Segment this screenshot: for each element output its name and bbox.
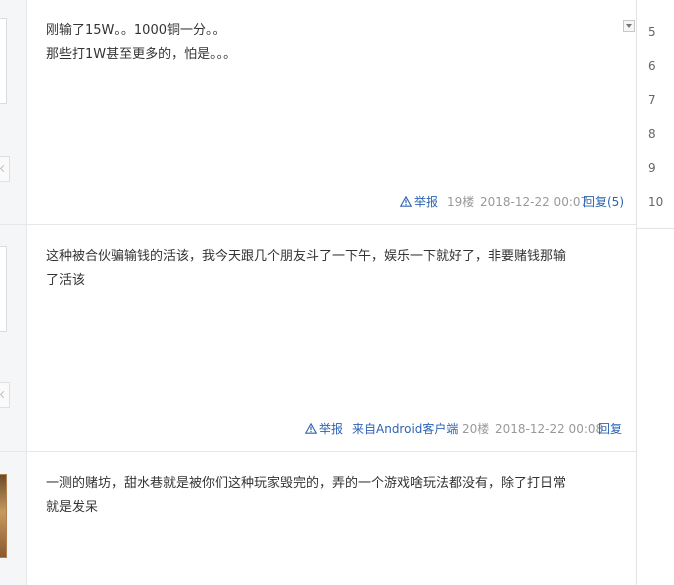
column-divider bbox=[26, 0, 27, 585]
post-time: 2018-12-22 00:07 bbox=[480, 195, 589, 209]
post-content: 这种被合伙骗输钱的活该，我今天跟几个朋友斗了一下午，娱乐一下就好了，非要赌钱那输… bbox=[46, 245, 626, 293]
client-link[interactable]: 来自Android客户端 bbox=[352, 421, 458, 437]
avatar[interactable] bbox=[0, 246, 7, 332]
report-label: 举报 bbox=[319, 422, 344, 436]
post-divider bbox=[0, 451, 636, 452]
sidebar-toggle-button[interactable] bbox=[0, 156, 10, 182]
post-line: 一测的赌坊，甜水巷就是被你们这种玩家毁完的，弄的一个游戏啥玩法都没有，除了打日常 bbox=[46, 476, 567, 491]
post-divider bbox=[0, 224, 636, 225]
floor-link[interactable]: 9 bbox=[648, 161, 668, 175]
report-link[interactable]: 举报 bbox=[400, 194, 438, 210]
reply-link[interactable]: 回复(5) bbox=[583, 194, 624, 210]
report-label: 举报 bbox=[414, 195, 439, 209]
warning-triangle-icon bbox=[400, 196, 412, 207]
post-tail: 举报 19楼 2018-12-22 00:07 回复(5) bbox=[400, 194, 630, 210]
report-link[interactable]: 举报 bbox=[305, 421, 343, 437]
post-line: 这种被合伙骗输钱的活该，我今天跟几个朋友斗了一下午，娱乐一下就好了，非要赌钱那输 bbox=[46, 249, 567, 264]
avatar[interactable] bbox=[0, 474, 7, 558]
post-line: 了活该 bbox=[46, 273, 86, 288]
post-tail: 举报 来自Android客户端 20楼 2018-12-22 00:08 回复 bbox=[305, 421, 630, 437]
sidebar-toggle-button[interactable] bbox=[0, 382, 10, 408]
post-line: 那些打1W甚至更多的，怕是。。。 bbox=[46, 47, 237, 62]
post-time: 2018-12-22 00:08 bbox=[495, 422, 604, 436]
floor-link[interactable]: 5 bbox=[648, 25, 668, 39]
floor-link[interactable]: 10 bbox=[648, 195, 668, 209]
post-line: 刚输了15W。。1000铜一分。。 bbox=[46, 23, 226, 38]
reply-link[interactable]: 回复 bbox=[598, 421, 622, 437]
floor-link[interactable]: 6 bbox=[648, 59, 668, 73]
warning-triangle-icon bbox=[305, 423, 317, 434]
floor-label: 19楼 bbox=[447, 195, 475, 209]
column-divider bbox=[636, 229, 637, 585]
floor-label: 20楼 bbox=[462, 422, 490, 436]
floor-link[interactable]: 8 bbox=[648, 127, 668, 141]
user-sidebar bbox=[0, 0, 26, 585]
post-line: 就是发呆 bbox=[46, 500, 99, 515]
floor-link[interactable]: 7 bbox=[648, 93, 668, 107]
avatar[interactable] bbox=[0, 18, 7, 104]
post-content: 一测的赌坊，甜水巷就是被你们这种玩家毁完的，弄的一个游戏啥玩法都没有，除了打日常… bbox=[46, 472, 626, 520]
post-content: 刚输了15W。。1000铜一分。。 那些打1W甚至更多的，怕是。。。 bbox=[46, 19, 626, 67]
